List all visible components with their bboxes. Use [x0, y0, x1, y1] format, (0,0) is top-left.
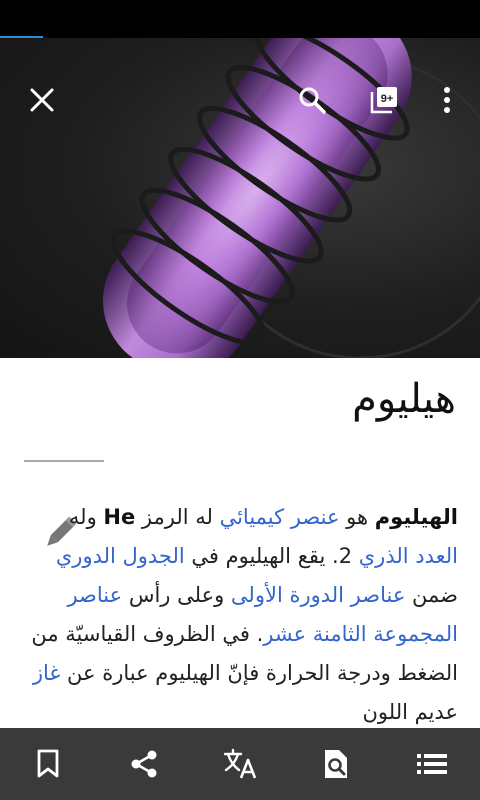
translate-button[interactable] [210, 734, 270, 794]
search-icon [299, 87, 326, 114]
article-content: هيليوم الهيليوم هو عنصر كيميائي له الرمز… [0, 358, 480, 728]
lead-paragraph: الهيليوم هو عنصر كيميائي له الرمز He وله… [28, 498, 458, 728]
helium-tube-image [102, 38, 480, 358]
text-fragment: عديم اللون [362, 700, 458, 724]
find-in-page-button[interactable] [306, 734, 366, 794]
bold-subject: الهيليوم [374, 505, 458, 529]
link-periodic-table[interactable]: الجدول الدوري [56, 544, 185, 568]
text-fragment: ضمن [405, 583, 458, 607]
element-symbol: He [103, 505, 136, 529]
close-icon [30, 88, 54, 112]
status-bar [0, 0, 480, 38]
tabs-button[interactable]: 9+ [362, 78, 406, 122]
text-fragment: وله [68, 505, 104, 529]
translate-icon [223, 748, 257, 779]
link-chemical-element[interactable]: عنصر كيميائي [220, 505, 340, 529]
overflow-menu-button[interactable] [425, 78, 469, 122]
link-period-1-elements[interactable]: عناصر الدورة الأولى [231, 583, 405, 607]
bookmark-button[interactable] [18, 734, 78, 794]
text-fragment: له الرمز [135, 505, 220, 529]
link-atomic-number[interactable]: العدد الذري [359, 544, 458, 568]
text-fragment: وعلى رأس [122, 583, 231, 607]
text-fragment: 2. يقع الهيليوم في [184, 544, 359, 568]
share-button[interactable] [114, 734, 174, 794]
tabs-count-badge: 9+ [381, 93, 394, 105]
share-icon [131, 750, 157, 778]
text-fragment: هو [339, 505, 375, 529]
page-title: هيليوم [352, 376, 456, 422]
search-button[interactable] [290, 78, 334, 122]
link-gas[interactable]: غاز [33, 661, 61, 685]
close-button[interactable] [20, 78, 64, 122]
tabs-icon: 9+ [370, 87, 397, 114]
title-divider [24, 460, 104, 462]
overflow-menu-icon [444, 87, 450, 113]
bottom-action-bar [0, 728, 480, 800]
contents-icon [417, 754, 447, 774]
bookmark-icon [37, 749, 59, 778]
lead-image[interactable]: 9+ [0, 38, 480, 358]
find-in-page-icon [325, 750, 347, 778]
table-of-contents-button[interactable] [402, 734, 462, 794]
